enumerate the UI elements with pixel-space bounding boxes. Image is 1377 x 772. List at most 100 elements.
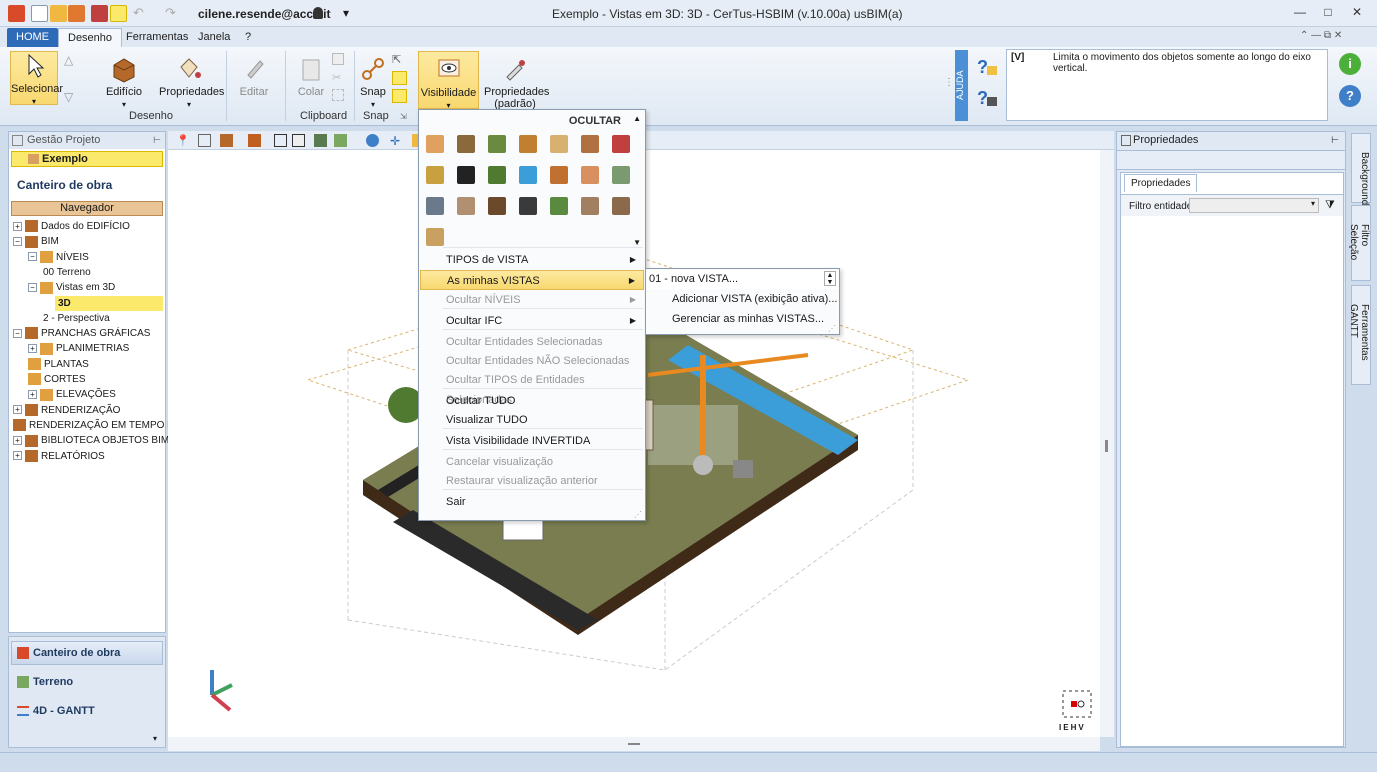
menu-item[interactable]: As minhas VISTAS ▶ — [420, 270, 644, 290]
hide-category-icon[interactable] — [612, 197, 630, 215]
close-button[interactable]: ✕ — [1347, 5, 1367, 21]
expand-icon[interactable]: + — [13, 436, 22, 446]
open-folder-icon[interactable] — [50, 5, 67, 22]
menu-item[interactable]: Vista Visibilidade INVERTIDA — [420, 431, 644, 451]
submenu-item-manage[interactable]: Gerenciar as minhas VISTAS... — [672, 310, 824, 329]
scroll-thumb[interactable] — [1105, 440, 1108, 452]
tab-ferramentas[interactable]: Ferramentas — [117, 28, 197, 47]
vertical-scrollbar[interactable] — [1100, 150, 1114, 737]
menu-item[interactable]: Ocultar Entidades Selecionadas — [420, 332, 644, 352]
scroll-up-icon[interactable]: ▲ — [633, 114, 641, 123]
hide-category-icon[interactable] — [488, 135, 506, 153]
tree-item[interactable]: 00 Terreno — [43, 265, 91, 280]
terrain-view-icon[interactable] — [314, 134, 327, 147]
menu-item[interactable]: TIPOS de VISTA ▶ — [420, 250, 644, 270]
editar-button[interactable]: Editar — [236, 55, 272, 98]
scroll-thumb[interactable] — [628, 743, 640, 745]
dimension-icon[interactable] — [198, 134, 211, 147]
view-cube[interactable]: IEHV — [1057, 685, 1097, 735]
tree-item[interactable]: RENDERIZAÇÃO EM TEMPO RE... — [13, 418, 189, 433]
selecionar-button[interactable]: Selecionar ▾ — [10, 51, 63, 106]
tree-item[interactable]: − PRANCHAS GRÁFICAS — [13, 326, 150, 341]
view-v[interactable]: V — [1078, 723, 1085, 732]
tree-item[interactable]: + PLANIMETRIAS — [28, 341, 129, 356]
collapse-icon[interactable]: − — [13, 237, 22, 247]
dialog-launcher-icon[interactable]: ⇲ — [400, 112, 407, 121]
tree-item[interactable]: − Vistas em 3D — [28, 280, 115, 295]
copy-icon[interactable] — [332, 53, 344, 65]
edificio-button[interactable]: Edifício ▾ — [104, 55, 144, 110]
ribbon-controls-icon[interactable]: ⌃ — ⧉ ✕ — [1300, 30, 1342, 41]
layers-icon[interactable] — [334, 134, 347, 147]
tree-item[interactable]: − NÍVEIS — [28, 250, 89, 265]
tree-item[interactable]: + RENDERIZAÇÃO — [13, 403, 120, 418]
menu-item[interactable]: Ocultar NÍVEIS ▶ — [420, 290, 644, 310]
tree-item[interactable]: + RELATÓRIOS — [13, 449, 105, 464]
hide-category-icon[interactable] — [519, 166, 537, 184]
hide-category-icon[interactable] — [519, 135, 537, 153]
expand-icon[interactable]: + — [13, 451, 22, 461]
new-file-icon[interactable] — [31, 5, 48, 22]
pin-icon[interactable]: ⊢ — [1331, 132, 1339, 149]
hide-category-icon[interactable] — [550, 197, 568, 215]
bottom-item-gantt[interactable]: 4D - GANTT — [17, 705, 95, 717]
hide-category-icon[interactable] — [488, 197, 506, 215]
hide-category-icon[interactable] — [457, 135, 475, 153]
save-icon[interactable] — [68, 5, 85, 22]
menu-item[interactable]: Ocultar Entidades NÃO Selecionadas — [420, 351, 644, 371]
hide-category-icon[interactable] — [426, 166, 444, 184]
hide-category-icon[interactable] — [581, 135, 599, 153]
customize-toolbar-icon[interactable]: ▾ — [343, 6, 349, 20]
tab-propriedades[interactable]: Propriedades — [1124, 174, 1198, 192]
tree-item[interactable]: + BIBLIOTECA OBJETOS BIM — [13, 433, 169, 448]
bottom-item-canteiro[interactable]: Canteiro de obra — [17, 647, 120, 660]
hide-category-icon[interactable] — [519, 197, 537, 215]
tree-item[interactable]: PLANTAS — [28, 357, 89, 372]
bottom-item-terreno[interactable]: Terreno — [17, 676, 73, 689]
scroll-down-icon[interactable]: ▽ — [64, 90, 73, 104]
scroll-up-icon[interactable]: △ — [64, 53, 73, 67]
tree-item[interactable]: + Dados do EDIFÍCIO — [13, 219, 130, 234]
globe-icon[interactable] — [366, 134, 379, 147]
side-tab-filtro[interactable]: Filtro Seleção — [1348, 205, 1371, 281]
paint-icon[interactable] — [248, 134, 261, 147]
help-video-icon[interactable]: ? — [975, 87, 999, 109]
propriedades-button[interactable]: Propriedades ▾ — [159, 55, 224, 110]
filter-icon[interactable]: ⧩ — [1325, 199, 1335, 212]
hide-category-icon[interactable] — [426, 228, 444, 246]
tree-item[interactable]: CORTES — [28, 372, 86, 387]
tab-help[interactable]: ? — [236, 28, 260, 47]
snap-button[interactable]: Snap ▾ — [359, 55, 387, 110]
tab-janela[interactable]: Janela — [189, 28, 239, 47]
menu-item[interactable]: Ocultar TIPOS de Entidades Selecionadas — [420, 370, 644, 406]
view-cube-labels[interactable]: IEHV — [1059, 723, 1086, 732]
collapse-icon[interactable]: − — [28, 252, 37, 262]
hide-category-icon[interactable] — [581, 197, 599, 215]
minimize-button[interactable]: — — [1290, 5, 1310, 21]
hide-category-icon[interactable] — [457, 166, 475, 184]
hide-category-icon[interactable] — [426, 135, 444, 153]
collapse-icon[interactable]: − — [28, 283, 37, 293]
tree-item[interactable]: − BIM — [13, 234, 59, 249]
hide-category-icon[interactable] — [426, 197, 444, 215]
select-area-icon[interactable] — [332, 89, 344, 101]
menu-item[interactable]: Restaurar visualização anterior — [420, 471, 644, 491]
cut-icon[interactable]: ✂ — [332, 71, 344, 84]
menu-item[interactable]: Ocultar IFC ▶ — [420, 311, 644, 331]
project-name[interactable]: Exemplo — [11, 151, 163, 167]
tree-item[interactable]: 2 - Perspectiva — [43, 311, 110, 326]
submenu-item-add[interactable]: Adicionar VISTA (exibição ativa)... — [672, 290, 837, 309]
redo-icon[interactable]: ↷ — [165, 5, 182, 22]
expand-icon[interactable]: + — [28, 390, 37, 400]
menu-item[interactable]: Cancelar visualização — [420, 452, 644, 472]
colar-button[interactable]: Colar — [296, 55, 326, 98]
collapse-icon[interactable]: − — [13, 328, 22, 338]
tree-item[interactable]: + ELEVAÇÕES — [28, 387, 116, 402]
menu-item[interactable]: Ocultar TUDO — [420, 391, 644, 411]
side-tab-background[interactable]: Background — [1351, 133, 1371, 205]
expand-icon[interactable]: + — [28, 344, 37, 354]
zoom-window-icon[interactable] — [274, 134, 287, 147]
user-account[interactable]: cilene.resende@acca.it — [198, 7, 330, 21]
tab-desenho[interactable]: Desenho — [58, 28, 123, 47]
snap-dots-icon[interactable] — [392, 89, 407, 103]
